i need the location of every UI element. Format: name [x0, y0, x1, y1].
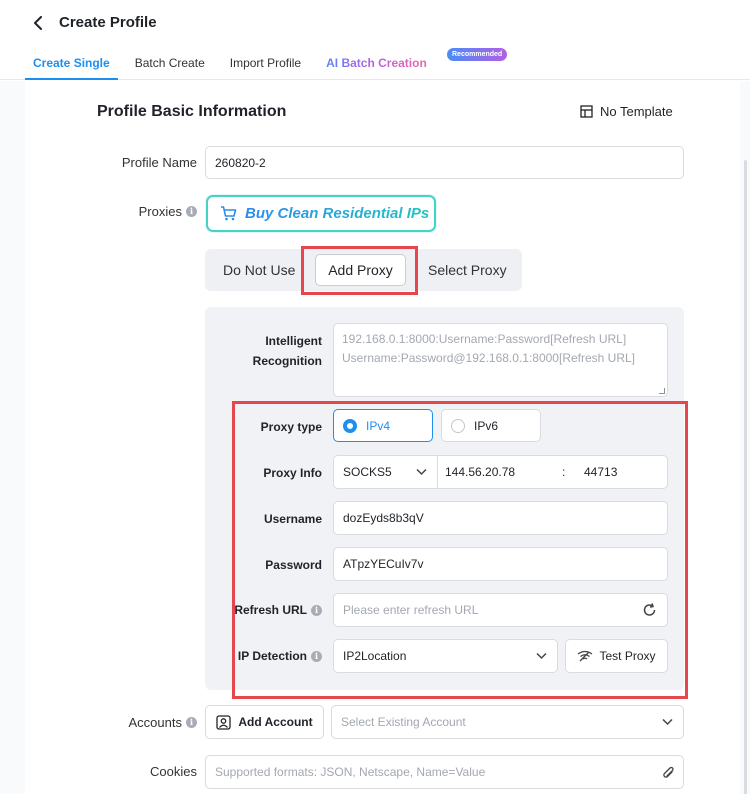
intelligent-label-line2: Recognition: [252, 354, 322, 368]
add-account-button[interactable]: Add Account: [205, 705, 324, 739]
back-arrow-icon[interactable]: [28, 13, 48, 33]
template-icon: [580, 105, 593, 118]
select-account-placeholder: Select Existing Account: [341, 715, 466, 729]
no-template-label: No Template: [600, 104, 673, 119]
page-header: Create Profile Create Single Batch Creat…: [0, 0, 750, 80]
mode-select-proxy[interactable]: Select Proxy: [428, 249, 507, 291]
proxies-label: Proxies i: [110, 202, 197, 220]
section-title: Profile Basic Information: [97, 103, 287, 120]
intelligent-recognition-textarea[interactable]: 192.168.0.1:8000:Username:Password[Refre…: [333, 323, 668, 397]
cookies-placeholder: Supported formats: JSON, Netscape, Name=…: [215, 765, 486, 779]
no-template-button[interactable]: No Template: [580, 104, 673, 119]
highlight-box-add-proxy: [301, 246, 418, 295]
add-account-label: Add Account: [238, 715, 313, 729]
cart-icon: [221, 206, 237, 221]
intelligent-recognition-label: Intelligent Recognition: [220, 331, 322, 371]
profile-name-label: Profile Name: [121, 154, 197, 170]
page-title: Create Profile: [59, 14, 157, 31]
textarea-placeholder-line1: 192.168.0.1:8000:Username:Password[Refre…: [342, 332, 627, 346]
cookies-input[interactable]: Supported formats: JSON, Netscape, Name=…: [205, 755, 684, 789]
textarea-placeholder-line2: Username:Password@192.168.0.1:8000[Refre…: [342, 351, 636, 365]
tab-import-profile[interactable]: Import Profile: [222, 45, 309, 80]
buy-residential-ips-button[interactable]: Buy Clean Residential IPs: [206, 195, 436, 232]
select-existing-account[interactable]: Select Existing Account: [331, 705, 684, 739]
chevron-down-icon: [662, 718, 673, 726]
intelligent-label-line1: Intelligent: [265, 334, 322, 348]
tab-create-single[interactable]: Create Single: [25, 45, 118, 80]
accounts-label: Accounts i: [100, 712, 197, 732]
tab-bar: Create Single Batch Create Import Profil…: [25, 45, 444, 80]
proxies-label-text: Proxies: [138, 203, 182, 219]
info-icon[interactable]: i: [186, 716, 197, 728]
accounts-label-text: Accounts: [128, 714, 182, 730]
cookies-label: Cookies: [150, 763, 197, 779]
paperclip-icon[interactable]: [662, 765, 675, 781]
highlight-box-proxy-fields: [232, 401, 688, 699]
scrollbar[interactable]: [744, 160, 747, 794]
tab-ai-batch-creation[interactable]: AI Batch Creation: [318, 45, 435, 80]
profile-name-value: 260820-2: [215, 155, 266, 170]
tab-batch-create[interactable]: Batch Create: [127, 45, 213, 80]
mode-do-not-use[interactable]: Do Not Use: [223, 249, 295, 291]
info-icon[interactable]: i: [186, 205, 197, 217]
add-account-icon: [216, 714, 232, 730]
resize-handle[interactable]: [659, 388, 665, 394]
profile-name-input[interactable]: 260820-2: [205, 146, 684, 179]
recommended-badge: Recommended: [447, 48, 508, 61]
buy-residential-ips-label: Buy Clean Residential IPs: [245, 205, 430, 222]
